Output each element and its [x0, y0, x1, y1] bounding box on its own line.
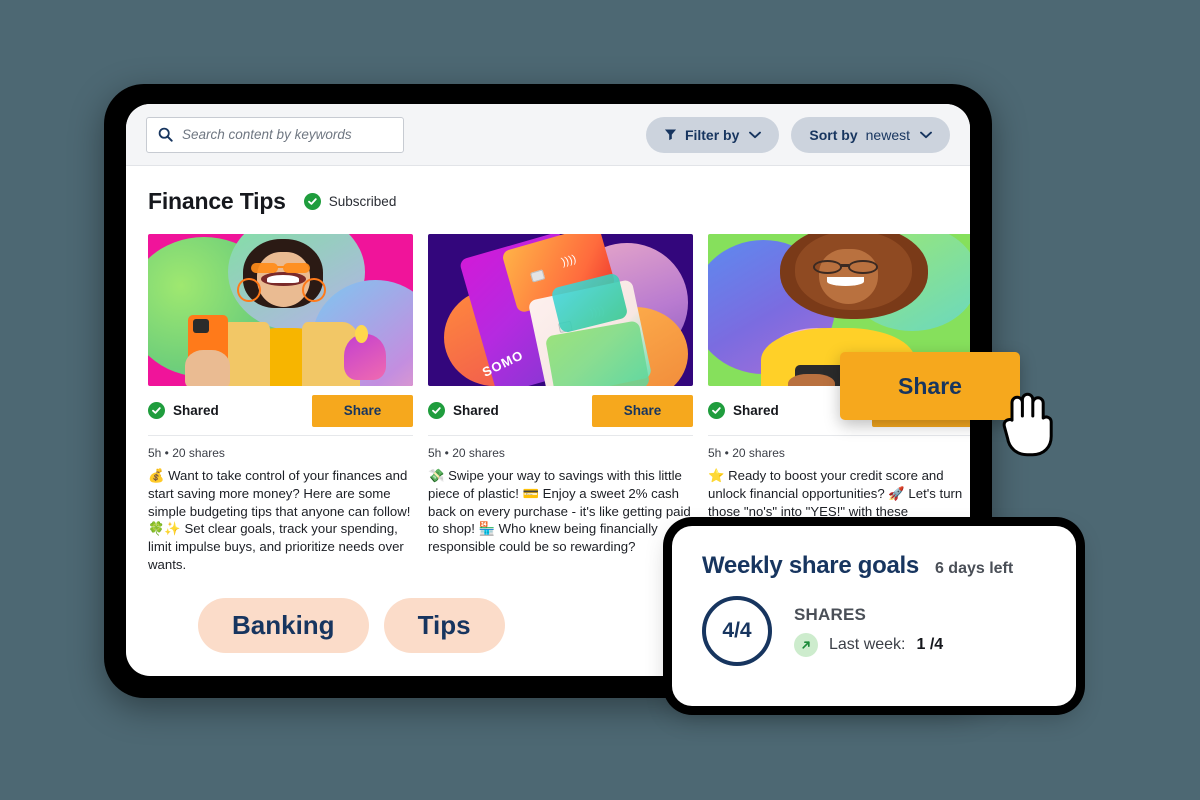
shared-status: Shared	[708, 402, 779, 419]
card-text: 💸 Swipe your way to savings with this li…	[428, 468, 691, 555]
check-circle-icon	[428, 402, 445, 419]
card-meta: 5h • 20 shares	[708, 446, 785, 460]
content-card: )))) )))) SOMO	[428, 234, 693, 574]
shared-status: Shared	[148, 402, 219, 419]
card-meta: 5h • 20 shares	[148, 446, 225, 460]
search-input-field[interactable]	[182, 127, 392, 142]
content-card-grid: Shared Share 5h • 20 shares 💰 Want to ta…	[148, 234, 970, 574]
toolbar: Filter by Sort by newest	[126, 104, 970, 166]
sort-by-value: newest	[865, 126, 910, 143]
shares-progress-ring: 4/4	[702, 596, 772, 666]
shared-label: Shared	[173, 403, 219, 418]
share-button[interactable]: Share	[592, 394, 693, 427]
content-card: Shared Share 5h • 20 shares 💰 Want to ta…	[148, 234, 413, 574]
filter-icon	[664, 128, 677, 141]
goals-header: Weekly share goals 6 days left	[702, 552, 1046, 580]
last-week-label: Last week:	[829, 636, 906, 653]
page-header: Finance Tips Subscribed	[148, 188, 948, 215]
card-image: )))) )))) SOMO	[428, 234, 693, 386]
shares-stat-label: SHARES	[794, 605, 867, 624]
card-text: ⭐ Ready to boost your credit score and u…	[708, 468, 963, 519]
illustration-colorful-credit-cards: )))) )))) SOMO	[428, 234, 693, 386]
shared-label: Shared	[733, 403, 779, 418]
goals-stats: SHARES Last week: 1 /4	[794, 605, 943, 657]
weekly-share-goals-panel: Weekly share goals 6 days left 4/4 SHARE…	[672, 526, 1076, 706]
tag-banking[interactable]: Banking	[198, 597, 369, 653]
page-title: Finance Tips	[148, 188, 286, 214]
goals-body: 4/4 SHARES Last week: 1 /4	[702, 596, 1046, 666]
last-week-row: Last week: 1 /4	[794, 633, 943, 657]
card-actions: Shared Share	[148, 386, 413, 436]
card-image	[148, 234, 413, 386]
search-input[interactable]	[146, 116, 404, 153]
sort-by-label: Sort by	[809, 126, 858, 143]
last-week-value: 1 /4	[916, 636, 944, 653]
shared-label: Shared	[453, 403, 499, 418]
subscribed-badge: Subscribed	[303, 193, 397, 210]
chevron-down-icon	[749, 131, 762, 139]
card-text: 💰 Want to take control of your finances …	[148, 468, 411, 573]
check-circle-icon	[303, 193, 321, 210]
search-icon	[158, 127, 173, 142]
check-circle-icon	[148, 402, 165, 419]
arrow-up-right-icon	[794, 633, 818, 657]
check-circle-icon	[708, 402, 725, 419]
filter-by-button[interactable]: Filter by	[645, 116, 780, 153]
chevron-down-icon	[920, 131, 932, 139]
goals-title: Weekly share goals	[702, 552, 919, 579]
sort-by-button[interactable]: Sort by newest	[791, 116, 950, 153]
shared-status: Shared	[428, 402, 499, 419]
filter-by-label: Filter by	[684, 126, 740, 143]
card-actions: Shared Share	[428, 386, 693, 436]
illustration-woman-with-orange-phone	[148, 234, 413, 386]
card-meta: 5h • 20 shares	[428, 446, 505, 460]
tag-tips[interactable]: Tips	[383, 597, 505, 653]
share-button[interactable]: Share	[312, 394, 413, 427]
subscribed-label: Subscribed	[328, 194, 397, 209]
goals-days-left: 6 days left	[934, 560, 1014, 577]
floating-share-button[interactable]: Share	[840, 352, 1020, 420]
